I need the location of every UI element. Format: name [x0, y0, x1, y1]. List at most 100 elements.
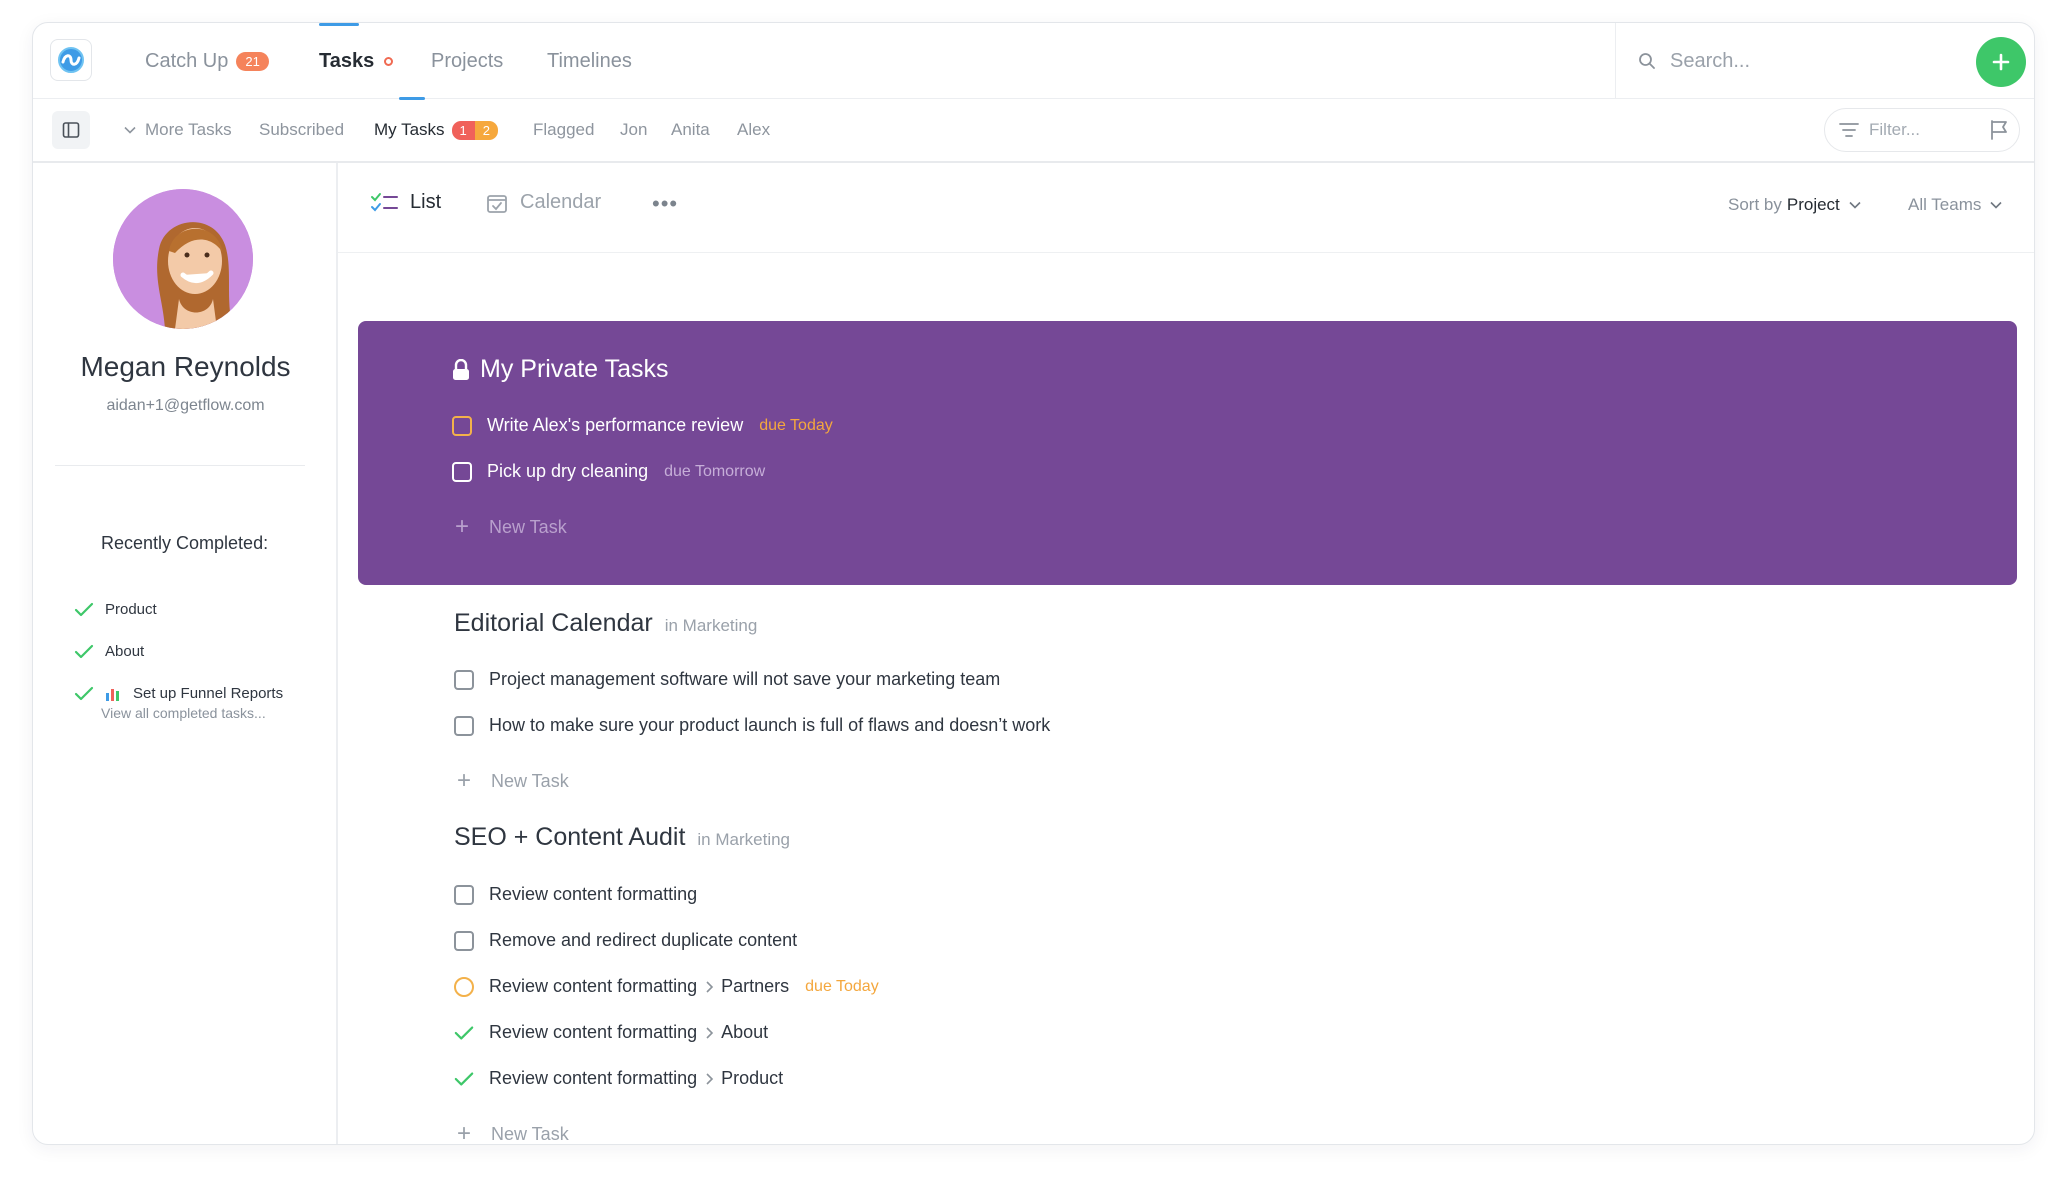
task-row[interactable]: Remove and redirect duplicate content — [454, 930, 797, 951]
plus-icon: + — [456, 767, 471, 794]
sort-prefix: Sort by — [1728, 195, 1782, 214]
task-title: Remove and redirect duplicate content — [489, 930, 798, 950]
task-row[interactable]: Project management software will not sav… — [454, 669, 1000, 690]
due-date: due Today — [759, 416, 833, 434]
new-task-button[interactable]: + New Task — [452, 513, 567, 541]
avatar[interactable] — [113, 189, 253, 329]
private-tasks-card: My Private Tasks Write Alex's performanc… — [358, 321, 2017, 585]
task-count-pill: 1 2 — [451, 120, 499, 140]
task-checkbox[interactable] — [454, 884, 474, 905]
completed-item[interactable]: About — [73, 643, 144, 660]
filter-icon — [1839, 123, 1859, 137]
divider — [55, 465, 305, 466]
sub-tab-flagged[interactable]: Flagged — [533, 99, 594, 161]
count-badge: 21 — [236, 51, 269, 71]
task-row[interactable]: How to make sure your product launch is … — [454, 715, 1050, 736]
chevron-right-icon — [706, 1072, 714, 1085]
sub-tab-subscribed[interactable]: Subscribed — [259, 99, 344, 161]
calendar-view-label: Calendar — [520, 191, 602, 213]
task-checkbox[interactable] — [454, 715, 474, 736]
check-icon — [74, 686, 94, 700]
task-checkbox[interactable] — [454, 669, 474, 690]
plus-icon: + — [454, 513, 469, 540]
search-input[interactable] — [1670, 49, 1950, 73]
chevron-right-icon — [706, 980, 714, 993]
tab-label: Catch Up — [145, 49, 229, 72]
task-title: Review content formatting — [489, 976, 698, 996]
sub-tab-jon[interactable]: Jon — [620, 99, 647, 161]
task-checkbox[interactable] — [452, 415, 472, 436]
more-tasks-label: More Tasks — [145, 120, 232, 139]
completed-item-label: About — [105, 643, 145, 660]
calendar-icon — [487, 194, 507, 213]
due-date: due Tomorrow — [664, 462, 766, 480]
list-view-label: List — [410, 191, 442, 213]
plus-icon — [1992, 53, 2010, 71]
sub-tab-anita[interactable]: Anita — [671, 99, 710, 161]
sidebar-toggle-button[interactable] — [52, 111, 90, 149]
new-task-button[interactable]: + New Task — [454, 1120, 569, 1145]
new-task-label: New Task — [491, 770, 569, 791]
tab-timelines[interactable]: Timelines — [547, 23, 632, 99]
view-toolbar: List Calendar ••• Sort by Project All Te… — [338, 163, 2034, 253]
task-row[interactable]: Pick up dry cleaning due Tomorrow — [452, 461, 765, 482]
subtask-checkbox[interactable] — [454, 976, 474, 997]
task-checkbox[interactable] — [452, 461, 472, 482]
sub-tab-my-tasks[interactable]: My Tasks 1 2 — [374, 99, 499, 161]
sub-tab-label: Jon — [620, 120, 648, 139]
chevron-down-icon — [124, 126, 136, 134]
plus-icon: + — [456, 1120, 471, 1145]
tab-tasks[interactable]: Tasks — [319, 23, 394, 99]
filter-input[interactable] — [1869, 120, 1969, 140]
check-icon[interactable] — [454, 1024, 474, 1042]
search-bar — [1615, 23, 2034, 99]
teams-dropdown[interactable]: All Teams — [1908, 195, 2003, 215]
more-options-icon[interactable]: ••• — [652, 191, 678, 217]
task-row[interactable]: Review content formatting Partners due T… — [454, 976, 879, 997]
task-row[interactable]: Review content formatting Product — [454, 1068, 783, 1089]
task-title: How to make sure your product launch is … — [489, 715, 1051, 735]
user-photo-icon — [113, 189, 253, 329]
app-logo[interactable] — [50, 39, 92, 81]
sub-tab-label: Anita — [671, 120, 710, 139]
more-tasks-dropdown[interactable]: More Tasks — [123, 99, 232, 161]
check-icon — [74, 602, 94, 616]
completed-item-label: Product — [105, 601, 157, 618]
project-section-title[interactable]: SEO + Content Audit in Marketing — [454, 823, 790, 852]
completed-item[interactable]: Product — [73, 601, 157, 618]
tab-catch-up[interactable]: Catch Up 21 — [145, 23, 269, 99]
chevron-right-icon — [706, 1026, 714, 1039]
sort-value: Project — [1786, 195, 1840, 214]
completed-item[interactable]: Set up Funnel Reports — [73, 685, 283, 702]
task-row[interactable]: Review content formatting — [454, 884, 697, 905]
profile-name: Megan Reynolds — [80, 351, 291, 382]
task-row[interactable]: Write Alex's performance review due Toda… — [452, 415, 833, 436]
lock-icon — [453, 358, 469, 380]
calendar-view-button[interactable]: Calendar — [486, 191, 601, 214]
tab-projects[interactable]: Projects — [431, 23, 503, 99]
completed-item-label: Set up Funnel Reports — [133, 685, 284, 702]
sidebar-icon — [62, 122, 80, 138]
due-date: due Today — [805, 977, 879, 995]
check-icon[interactable] — [454, 1070, 474, 1088]
sort-dropdown[interactable]: Sort by Project — [1728, 195, 1862, 215]
flag-icon[interactable] — [1989, 119, 2009, 141]
project-context: in Marketing — [664, 616, 758, 635]
task-title: Review content formatting — [489, 1068, 698, 1088]
list-view-button[interactable]: List — [370, 191, 441, 214]
tab-label: Tasks — [319, 49, 375, 72]
check-icon — [74, 644, 94, 658]
new-task-label: New Task — [489, 516, 567, 537]
view-all-completed-link[interactable]: View all completed tasks... — [101, 705, 266, 721]
sub-tab-label: Alex — [737, 120, 771, 139]
new-task-button[interactable]: + New Task — [454, 767, 569, 795]
task-row[interactable]: Review content formatting About — [454, 1022, 768, 1043]
subtask-title: About — [721, 1022, 769, 1042]
project-section-title[interactable]: Editorial Calendar in Marketing — [454, 609, 757, 638]
top-nav: Catch Up 21 Tasks Projects Timelines — [33, 23, 2034, 100]
task-checkbox[interactable] — [454, 930, 474, 951]
tab-label: Timelines — [547, 49, 632, 72]
sub-tab-alex[interactable]: Alex — [737, 99, 770, 161]
project-title: Editorial Calendar — [454, 609, 653, 637]
add-button[interactable] — [1976, 37, 2026, 87]
